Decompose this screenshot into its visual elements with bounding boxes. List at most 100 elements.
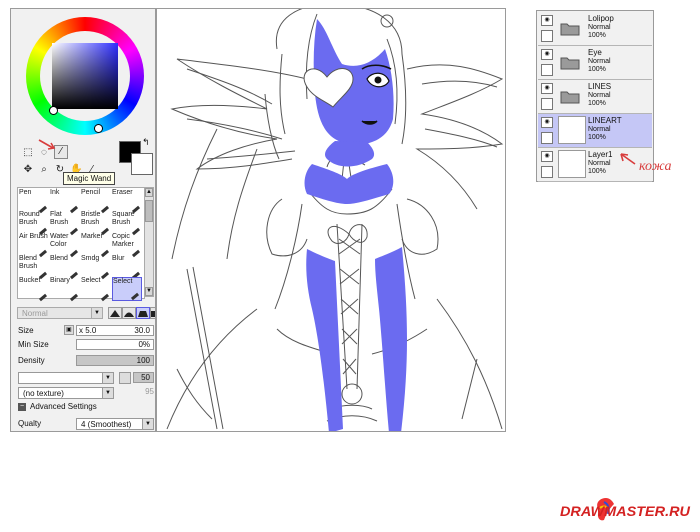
hue-picker-handle[interactable] [94,124,103,133]
brush-slot[interactable]: Pen [19,189,49,214]
scroll-down-icon[interactable]: ▼ [145,287,153,296]
texture-select[interactable]: (no texture) ▼ [18,387,114,399]
move-icon[interactable]: ✥ [22,164,34,176]
zoom-icon[interactable]: ⌕ [38,164,50,176]
blending-color-icon[interactable] [119,372,131,384]
layer-row[interactable]: ◉ Eye Normal 100% [538,46,652,80]
saturation-value-square[interactable] [52,43,118,109]
brush-icon [130,292,140,301]
brush-slot[interactable]: Bristle Brush [81,211,111,236]
size-multiplier: x 5.0 [79,326,97,335]
brush-icon [100,293,110,302]
brush-label: Eraser [112,189,133,196]
visibility-eye-icon[interactable]: ◉ [541,83,553,94]
quality-select[interactable]: 4 (Smoothest) ▼ [76,418,154,430]
texture-strength: 95 [145,387,154,396]
layer-name: LINES [588,82,612,91]
layer-row[interactable]: ◉ LINES Normal 100% [538,80,652,114]
brush-label: Select [81,277,101,284]
brush-label: Marker [81,233,103,240]
folder-icon [560,57,580,70]
brush-label: Select [113,278,133,285]
brush-slot[interactable]: Binary [50,277,80,302]
watermark: DRAWMASTER.RU [558,496,694,526]
layer-row[interactable]: ◉ LINEART Normal 100% [538,114,652,148]
brush-slot[interactable]: Ink [50,189,80,214]
brush-slot[interactable]: Bucket [19,277,49,302]
visibility-eye-icon[interactable]: ◉ [541,15,553,26]
paper-mode-select[interactable]: ▼ [18,372,114,384]
paper-mode-arrow-icon: ▼ [102,373,113,383]
layer-thumbnail [558,150,586,178]
shape-triangle-icon[interactable] [108,307,122,319]
brush-slot[interactable]: Pencil [81,189,111,214]
brush-icon [69,293,79,302]
brush-slot[interactable]: Round Brush [19,211,49,236]
layer-checkbox[interactable] [541,166,553,178]
brush-slot[interactable]: Blur [112,255,142,280]
size-dropdown-icon[interactable]: ▣ [64,325,74,335]
layer-checkbox[interactable] [541,30,553,42]
brush-label: Blend [50,255,68,262]
brush-label: Pencil [81,189,101,196]
blending-slider[interactable]: 50 [133,372,154,383]
brush-label: Flat Brush [50,211,69,226]
visibility-eye-icon[interactable]: ◉ [541,151,553,162]
brush-grid: Pen Ink Pencil Eraser Round Brush Flat Brush B… [17,187,145,302]
brush-label: Blur [112,255,125,262]
tooltip: Magic Wand [63,172,116,185]
brush-lock-icon[interactable] [541,132,553,144]
brush-label: Blend Brush [19,255,38,270]
shape-round-icon[interactable] [122,307,136,319]
scroll-up-icon[interactable]: ▲ [145,188,153,197]
quality-value: 4 (Smoothest) [81,420,132,429]
tool-slot-4-icon[interactable] [70,147,82,159]
rect-select-icon[interactable]: ⬚ [22,147,34,159]
watermark-text: DRAWMASTER.RU [560,503,691,519]
layer-checkbox[interactable] [541,98,553,110]
brush-scrollbar[interactable]: ▲ ▼ [144,187,154,297]
layer-name: Lolipop [588,14,614,23]
layer-name: LINEART [588,116,622,125]
texture-arrow-icon: ▼ [102,388,113,398]
brush-label: Pen [19,189,32,196]
swap-colors-icon[interactable]: ↰ [142,137,150,148]
brush-label: Ink [50,189,60,196]
layer-blend-mode: Normal [588,24,611,31]
visibility-eye-icon[interactable]: ◉ [541,49,553,60]
background-color-swatch[interactable] [131,153,153,175]
brush-slot[interactable]: Blend [50,255,80,280]
advanced-settings-label[interactable]: Advanced Settings [30,402,97,411]
brush-slot[interactable]: Marker [81,233,111,258]
brush-label: Square Brush [112,211,135,226]
layer-blend-mode: Normal [588,58,611,65]
sv-picker-handle[interactable] [49,106,58,115]
drawmaster-logo: DRAWMASTER.RU [560,498,691,521]
brush-label: Binary [50,277,70,284]
tool-slot-5-icon[interactable] [86,147,98,159]
brush-slot[interactable]: Blend Brush [19,255,49,280]
layer-opacity: 100% [588,66,606,73]
collapse-icon[interactable]: − [18,403,26,411]
scroll-thumb[interactable] [145,200,153,222]
brush-slot[interactable]: Copic Marker [112,233,142,258]
brush-slot[interactable]: Eraser [112,189,142,214]
brush-slot[interactable]: Smdg [81,255,111,280]
min-size-field[interactable]: 0% [76,339,154,350]
layer-checkbox[interactable] [541,64,553,76]
brush-slot[interactable]: Flat Brush [50,211,80,236]
layer-row[interactable]: ◉ Lolipop Normal 100% [538,12,652,46]
density-label: Density [18,356,45,365]
brush-slot[interactable]: Select [81,277,111,302]
visibility-eye-icon[interactable]: ◉ [541,117,553,128]
layer-name: Eye [588,48,602,57]
brush-slot[interactable]: Air Brush [19,233,49,258]
size-field[interactable]: x 5.0 30.0 [76,325,154,336]
blend-mode-arrow-icon[interactable]: ▼ [91,308,102,318]
brush-slot[interactable]: Select [112,277,142,301]
shape-soft-icon[interactable] [136,307,150,319]
brush-slot[interactable]: Water Color [50,233,80,258]
brush-slot[interactable]: Square Brush [112,211,142,236]
density-slider[interactable]: 100 [76,355,154,366]
drawing-canvas[interactable] [156,8,506,432]
